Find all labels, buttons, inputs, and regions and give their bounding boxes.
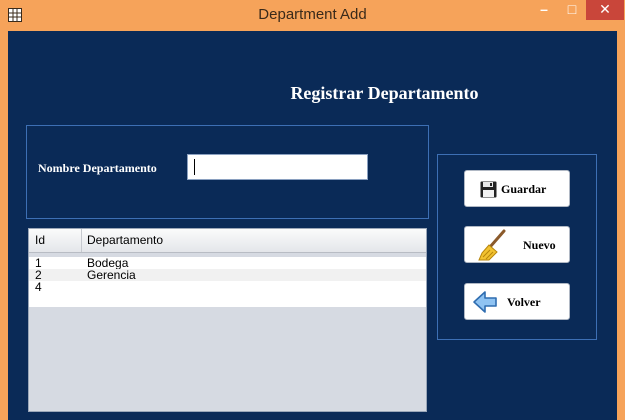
form-heading: Registrar Departamento bbox=[290, 83, 479, 103]
input-caret bbox=[194, 159, 195, 175]
department-add-window: Department Add – □ ✕ Registrar Departame… bbox=[0, 0, 625, 420]
table-row[interactable]: 2 Gerencia bbox=[29, 269, 426, 281]
broom-icon bbox=[478, 229, 506, 261]
minimize-button[interactable]: – bbox=[532, 0, 556, 20]
nuevo-label: Nuevo bbox=[523, 238, 556, 252]
floppy-disk-icon bbox=[480, 181, 497, 198]
column-header-id[interactable]: Id bbox=[35, 233, 45, 247]
guardar-label: Guardar bbox=[501, 182, 547, 196]
client-area: Registrar Departamento Nombre Departamen… bbox=[8, 31, 617, 420]
nuevo-button[interactable]: Nuevo bbox=[464, 226, 570, 263]
maximize-button[interactable]: □ bbox=[560, 0, 584, 20]
actions-panel: Guardar Nuevo Volver bbox=[437, 154, 597, 340]
cell-id: 4 bbox=[35, 280, 42, 294]
guardar-button[interactable]: Guardar bbox=[464, 170, 570, 207]
nombre-departamento-input[interactable] bbox=[187, 154, 368, 180]
arrow-left-icon bbox=[473, 291, 497, 313]
column-header-departamento[interactable]: Departamento bbox=[87, 233, 163, 247]
volver-button[interactable]: Volver bbox=[464, 283, 570, 320]
departments-table[interactable]: Id Departamento 1 Bodega 2 Gerencia 4 bbox=[28, 228, 427, 412]
title-bar[interactable]: Department Add – □ ✕ bbox=[0, 0, 625, 30]
cell-departamento: Gerencia bbox=[87, 268, 136, 282]
column-divider bbox=[81, 229, 82, 252]
form-panel: Nombre Departamento bbox=[26, 125, 429, 219]
volver-label: Volver bbox=[507, 295, 541, 309]
table-row[interactable]: 4 bbox=[29, 281, 426, 307]
table-header: Id Departamento bbox=[29, 229, 426, 253]
nombre-departamento-label: Nombre Departamento bbox=[38, 161, 157, 175]
close-button[interactable]: ✕ bbox=[586, 0, 624, 20]
